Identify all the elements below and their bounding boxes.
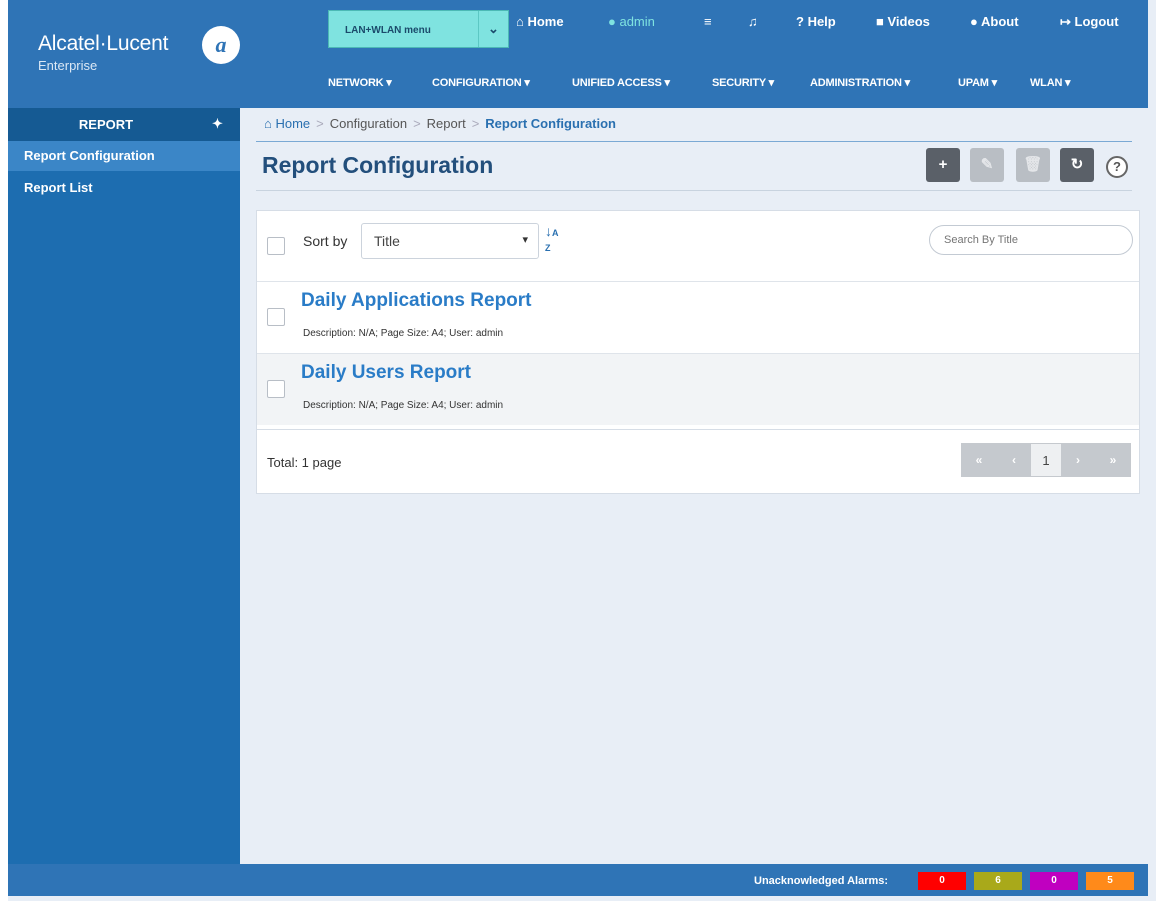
breadcrumb-home[interactable]: ⌂ Home <box>264 116 310 131</box>
breadcrumb: ⌂ Home > Configuration > Report > Report Confi… <box>264 116 616 131</box>
prev-page-button[interactable]: ‹ <box>997 443 1031 477</box>
home-icon: ⌂ <box>516 14 528 29</box>
add-button[interactable]: + <box>926 148 960 182</box>
logout-link[interactable]: ↦ Logout <box>1060 14 1119 30</box>
panel-divider <box>257 429 1139 430</box>
breadcrumb-separator: > <box>413 116 421 131</box>
sidebar-title: REPORT <box>78 117 134 132</box>
menu-list-icon[interactable]: ≡ <box>704 14 712 29</box>
brand-logo[interactable]: Alcatel·Lucent Enterprise <box>38 32 168 73</box>
nav-configuration[interactable]: CONFIGURATION ▾ <box>432 76 530 89</box>
delete-button[interactable]: 🗑 <box>1016 148 1050 182</box>
breadcrumb-configuration[interactable]: Configuration <box>330 116 407 131</box>
pin-icon[interactable]: ✦ <box>212 116 223 132</box>
total-pages: Total: 1 page <box>267 455 342 470</box>
row-checkbox[interactable] <box>267 308 285 326</box>
main-content: ⌂ Home > Configuration > Report > Report Confi… <box>240 108 1148 864</box>
page-number[interactable]: 1 <box>1031 443 1061 477</box>
sidebar-item-report-list[interactable]: Report List <box>8 173 240 203</box>
sort-alpha-icon[interactable]: ↓A Z <box>545 224 559 255</box>
list-item[interactable]: Daily Applications Report Description: N… <box>257 281 1139 353</box>
row-checkbox[interactable] <box>267 380 285 398</box>
alarm-badge-major[interactable]: 6 <box>974 872 1022 890</box>
breadcrumb-separator: > <box>471 116 480 131</box>
search-input[interactable] <box>929 225 1133 255</box>
nav-wlan[interactable]: WLAN ▾ <box>1030 76 1071 89</box>
logout-icon: ↦ <box>1060 14 1075 29</box>
videos-link[interactable]: ■ Videos <box>876 14 930 29</box>
last-page-button[interactable]: » <box>1095 443 1131 477</box>
video-camera-icon: ■ <box>876 14 888 29</box>
nav-security[interactable]: SECURITY ▾ <box>712 76 774 89</box>
alarm-badge-minor[interactable]: 0 <box>1030 872 1078 890</box>
sidebar-header: REPORT ✦ <box>8 108 240 141</box>
about-link[interactable]: ● About <box>970 14 1019 29</box>
sidebar: REPORT ✦ Report Configuration Report Lis… <box>8 108 240 864</box>
sidebar-item-report-configuration[interactable]: Report Configuration <box>8 141 240 171</box>
report-title-link[interactable]: Daily Users Report <box>301 362 471 384</box>
notification-bell-icon[interactable]: ♫ <box>748 14 758 29</box>
alarm-badge-critical[interactable]: 0 <box>918 872 966 890</box>
help-button[interactable]: ? <box>1106 156 1128 178</box>
brand-sub: Enterprise <box>38 58 98 73</box>
page-title: Report Configuration <box>262 152 494 178</box>
report-description: Description: N/A; Page Size: A4; User: a… <box>303 400 504 411</box>
breadcrumb-current: Report Configuration <box>485 116 617 131</box>
breadcrumb-report[interactable]: Report <box>427 116 466 131</box>
alarm-badge-warning[interactable]: 5 <box>1086 872 1134 890</box>
breadcrumb-separator: > <box>316 116 324 131</box>
caret-down-icon: ▾ <box>522 234 528 246</box>
question-icon: ? <box>796 14 808 29</box>
sort-select-value: Title <box>374 233 400 249</box>
nav-network[interactable]: NETWORK ▾ <box>328 76 392 89</box>
user-link[interactable]: ● admin <box>608 14 655 29</box>
help-link[interactable]: ? Help <box>796 14 836 29</box>
edit-button[interactable]: ✎ <box>970 148 1004 182</box>
select-all-checkbox[interactable] <box>267 237 285 255</box>
info-icon: ● <box>970 14 981 29</box>
home-icon: ⌂ <box>264 116 276 131</box>
nav-upam[interactable]: UPAM ▾ <box>958 76 997 89</box>
sort-select[interactable]: Title ▾ <box>361 223 539 259</box>
nav-unified-access[interactable]: UNIFIED ACCESS ▾ <box>572 76 670 89</box>
report-list-panel: Sort by Title ▾ ↓AZ Daily Applications R… <box>256 210 1140 494</box>
report-description: Description: N/A; Page Size: A4; User: a… <box>303 328 504 339</box>
report-title-link[interactable]: Daily Applications Report <box>301 290 532 312</box>
refresh-button[interactable]: ↻ <box>1060 148 1094 182</box>
top-links: ⌂ Home ● admin ≡ ♫ ? Help ■ Videos ● Abo… <box>8 14 1148 32</box>
first-page-button[interactable]: « <box>961 443 997 477</box>
next-page-button[interactable]: › <box>1061 443 1095 477</box>
main-nav: NETWORK ▾ CONFIGURATION ▾ UNIFIED ACCESS… <box>8 76 1148 92</box>
brand-name: Alcatel·Lucent <box>38 32 169 55</box>
sort-by-label: Sort by <box>303 233 348 249</box>
top-header: Alcatel·Lucent Enterprise a LAN+WLAN men… <box>8 0 1148 108</box>
home-link[interactable]: ⌂ Home <box>516 14 564 29</box>
breadcrumb-divider <box>256 141 1132 142</box>
list-item[interactable]: Daily Users Report Description: N/A; Pag… <box>257 353 1139 425</box>
title-divider <box>256 190 1132 191</box>
alarms-label: Unacknowledged Alarms: <box>754 875 889 887</box>
user-icon: ● <box>608 14 620 29</box>
status-footer: Unacknowledged Alarms: 0 6 0 5 <box>8 864 1148 896</box>
nav-administration[interactable]: ADMINISTRATION ▾ <box>810 76 910 89</box>
pagination: « ‹ 1 › » <box>961 443 1131 477</box>
